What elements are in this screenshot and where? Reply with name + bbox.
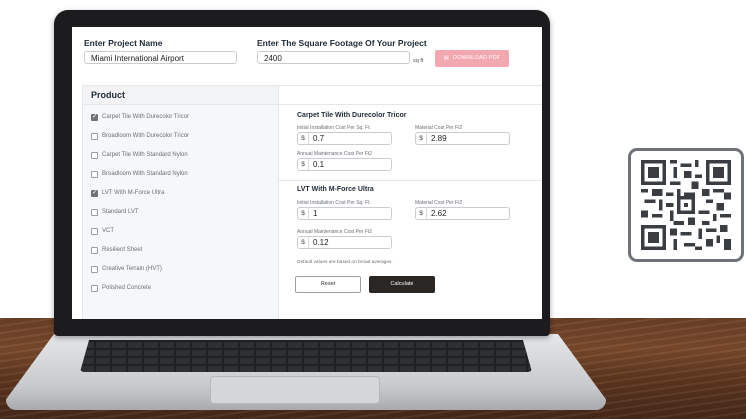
checkbox[interactable] [91, 208, 98, 216]
qr-code-icon [641, 160, 731, 250]
laptop-screen: Enter Project Name Miami International A… [72, 27, 542, 319]
section-title: Carpet Tile With Durecolor Tricor [297, 112, 407, 119]
calculate-button[interactable]: Calculate [369, 276, 435, 293]
product-label: VCT [102, 228, 114, 234]
product-item[interactable]: Carpet Tile With Durecolor Tricor [91, 111, 189, 123]
checkbox[interactable] [91, 246, 98, 254]
currency-symbol: $ [298, 133, 309, 144]
product-header-label: Product [91, 90, 126, 100]
checkbox[interactable] [91, 151, 98, 159]
currency-symbol: $ [298, 208, 309, 219]
material-cost-input[interactable]: $2.89 [415, 132, 510, 145]
section-separator [279, 180, 542, 181]
product-item[interactable]: VCT [91, 225, 114, 237]
section-title: LVT With M-Force Ultra [297, 186, 374, 193]
product-item[interactable]: Resilient Sheet [91, 244, 142, 256]
currency-symbol: $ [298, 159, 309, 170]
install-cost-input[interactable]: $1 [297, 207, 392, 220]
product-label: Broadloom With Durecolor Tricor [102, 133, 190, 139]
product-item[interactable]: Standard LVT [91, 206, 139, 218]
install-cost-value: 1 [313, 209, 318, 218]
sqft-label: Enter The Square Footage Of Your Project [257, 38, 427, 48]
reset-button[interactable]: Reset [295, 276, 361, 293]
install-cost-input[interactable]: $0.7 [297, 132, 392, 145]
sqft-unit: sq ft [413, 58, 424, 64]
checkbox[interactable] [91, 170, 98, 178]
qr-code[interactable] [628, 148, 744, 262]
product-list: Carpet Tile With Durecolor Tricor Broadl… [83, 105, 278, 319]
download-pdf-label: DOWNLOAD PDF [453, 55, 501, 61]
product-label: Resilient Sheet [102, 247, 143, 253]
checkbox[interactable] [91, 227, 98, 235]
product-label: Polished Concrete [102, 285, 152, 291]
maintenance-cost-label: Annual Maintenance Cost Per Ft2 [297, 151, 373, 157]
material-cost-input[interactable]: $2.62 [415, 207, 510, 220]
checkbox[interactable] [91, 284, 98, 292]
calculator-panel: Product Carpet Tile With Durecolor Trico… [82, 85, 542, 319]
maintenance-cost-label: Annual Maintenance Cost Per Ft2 [297, 229, 373, 235]
install-cost-label: Initial Installation Cost Per Sq. Ft. [297, 200, 371, 206]
product-item[interactable]: Broadloom With Durecolor Tricor [91, 130, 189, 142]
laptop-keyboard [80, 340, 532, 372]
product-label: LVT With M-Force Ultra [102, 190, 165, 196]
product-label: Carpet Tile With Durecolor Tricor [102, 114, 190, 120]
product-label: Standard LVT [102, 209, 139, 215]
maintenance-cost-input[interactable]: $0.12 [297, 236, 392, 249]
maintenance-cost-input[interactable]: $0.1 [297, 158, 392, 171]
product-item[interactable]: Broadloom With Standard Nylon [91, 168, 188, 180]
checkbox[interactable] [91, 132, 98, 140]
download-pdf-button[interactable]: ▤ DOWNLOAD PDF [435, 50, 509, 67]
checkbox[interactable] [91, 265, 98, 273]
product-label: Creative Terrain (HVT) [102, 266, 162, 272]
pdf-icon: ▤ [443, 55, 450, 61]
product-item[interactable]: Creative Terrain (HVT) [91, 263, 162, 275]
currency-symbol: $ [416, 208, 427, 219]
product-header: Product [83, 86, 278, 105]
product-item[interactable]: LVT With M-Force Ultra [91, 187, 164, 199]
details-header [279, 86, 542, 105]
project-name-label: Enter Project Name [84, 38, 163, 48]
checkbox-checked[interactable] [91, 188, 98, 198]
material-cost-value: 2.89 [431, 134, 447, 143]
product-item[interactable]: Polished Concrete [91, 282, 151, 294]
material-cost-value: 2.62 [431, 209, 447, 218]
default-values-note: Default values are based on broad averag… [297, 260, 393, 265]
maintenance-cost-value: 0.12 [313, 238, 329, 247]
product-item[interactable]: Carpet Tile With Standard Nylon [91, 149, 188, 161]
laptop-trackpad [210, 376, 380, 404]
product-label: Carpet Tile With Standard Nylon [102, 152, 188, 158]
currency-symbol: $ [298, 237, 309, 248]
install-cost-label: Initial Installation Cost Per Sq. Ft. [297, 125, 371, 131]
column-divider [278, 86, 279, 319]
material-cost-label: Material Cost Per Ft2 [415, 200, 463, 206]
project-name-input[interactable]: Miami International Airport [84, 51, 237, 64]
material-cost-label: Material Cost Per Ft2 [415, 125, 463, 131]
currency-symbol: $ [416, 133, 427, 144]
maintenance-cost-value: 0.1 [313, 160, 325, 169]
sqft-input[interactable]: 2400 [257, 51, 410, 64]
product-label: Broadloom With Standard Nylon [102, 171, 188, 177]
install-cost-value: 0.7 [313, 134, 325, 143]
checkbox-checked[interactable] [91, 112, 98, 122]
